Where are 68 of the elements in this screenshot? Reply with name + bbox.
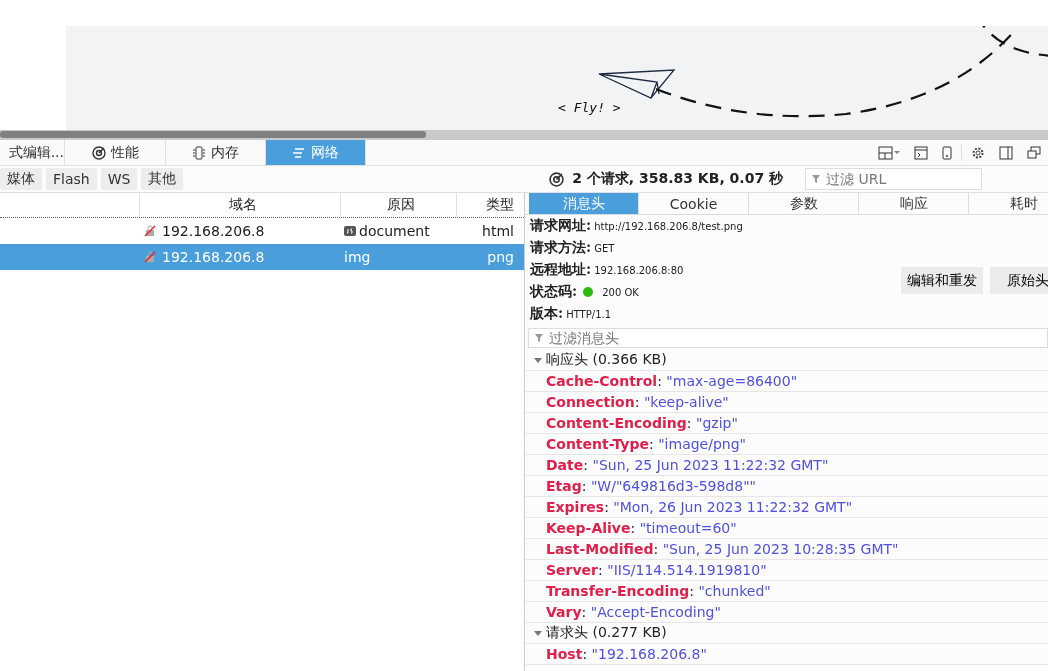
field-label: 状态码: [530, 283, 578, 301]
type-text: png [486, 249, 515, 265]
domain-text: 192.168.206.8 [162, 223, 265, 239]
network-icon [292, 145, 306, 160]
header-entry: Expires: "Mon, 26 Jun 2023 11:22:32 GMT" [546, 499, 853, 515]
header-entry: Cache-Control: "max-age=86400" [546, 373, 798, 389]
scrollbar-thumb[interactable] [0, 131, 426, 138]
section-header[interactable]: 响应头 (0.366 KB) [525, 350, 1048, 371]
cause-text: img [344, 249, 371, 265]
gauge-icon [91, 145, 106, 160]
field-label: 请求方法: [530, 239, 592, 257]
header-entry: Host: "192.168.206.8" [546, 646, 707, 662]
header-entry: Last-Modified: "Sun, 25 Jun 2023 10:28:35 GMT" [546, 541, 899, 557]
column-header[interactable]: 原因 [340, 193, 456, 217]
field-value: HTTP/1.1 [566, 308, 612, 320]
request-row[interactable]: 192.168.206.8 document html [0, 218, 524, 244]
caret-icon [533, 355, 543, 365]
devtools-tab[interactable]: 性能 [65, 140, 166, 165]
section-header[interactable]: 请求头 (0.277 KB) [525, 623, 1048, 644]
column-header[interactable]: 域名 [139, 193, 340, 217]
details-tab[interactable]: 响应 [859, 193, 969, 214]
field-label: 请求网址: [530, 217, 592, 235]
sidebar-icon[interactable] [999, 145, 1013, 160]
header-entry: Etag: "W/"649816d3-598d8"" [546, 478, 757, 494]
field-value: 192.168.206.8:80 [594, 264, 684, 276]
devtools-tab[interactable]: 式编辑... [0, 140, 65, 165]
type-text: html [481, 223, 515, 239]
details-tab[interactable]: 参数 [749, 193, 859, 214]
fly-label: < Fly! > [558, 100, 621, 115]
gauge-icon [549, 171, 565, 187]
header-entry: Vary: "Accept-Encoding" [546, 604, 721, 620]
filter-button[interactable]: Flash [46, 168, 97, 190]
insecure-lock-icon [144, 225, 156, 237]
memory-chip-icon [192, 145, 206, 160]
action-button[interactable]: 编辑和重发 [901, 267, 983, 294]
header-entry: Server: "IIS/114.514.1919810" [546, 562, 767, 578]
field-value: GET [594, 242, 615, 254]
filter-button[interactable]: 其他 [141, 168, 184, 190]
filter-icon [534, 333, 544, 343]
cause-text: document [359, 223, 430, 239]
field-value: http://192.168.206.8/test.png [594, 220, 743, 232]
header-filter-field[interactable]: 过滤消息头 [528, 328, 1048, 348]
header-entry: Content-Type: "image/png" [546, 436, 747, 452]
windows-icon[interactable] [1027, 145, 1041, 160]
filter-icon [811, 174, 821, 184]
column-header[interactable]: 类型 [456, 193, 524, 217]
details-tab[interactable]: 耗时 [969, 193, 1048, 214]
header-entry: Keep-Alive: "timeout=60" [546, 520, 737, 536]
header-entry: Connection: "keep-alive" [546, 394, 729, 410]
console-icon[interactable] [914, 145, 928, 160]
header-entry: Content-Encoding: "gzip" [546, 415, 738, 431]
header-entry: Date: "Sun, 25 Jun 2023 11:22:32 GMT" [546, 457, 829, 473]
filter-button[interactable]: WS [100, 168, 138, 190]
caret-icon [533, 628, 543, 638]
field-value: 200 OK [602, 286, 639, 298]
url-filter-field[interactable]: 过滤 URL [805, 168, 982, 190]
phone-icon[interactable] [942, 145, 952, 160]
details-tab[interactable]: Cookie [639, 193, 749, 214]
field-label: 远程地址: [530, 261, 592, 279]
layout-dropdown-icon[interactable] [878, 145, 900, 160]
field-label: 版本: [530, 305, 564, 323]
header-entry: Transfer-Encoding: "chunked" [546, 583, 771, 599]
request-summary: 2 个请求, 358.83 KB, 0.07 秒 [572, 170, 783, 188]
domain-text: 192.168.206.8 [162, 249, 265, 265]
insecure-lock-icon [144, 251, 156, 263]
settings-icon[interactable] [971, 145, 985, 160]
action-button[interactable]: 原始头 [990, 267, 1048, 294]
filter-button[interactable]: 媒体 [0, 168, 42, 190]
